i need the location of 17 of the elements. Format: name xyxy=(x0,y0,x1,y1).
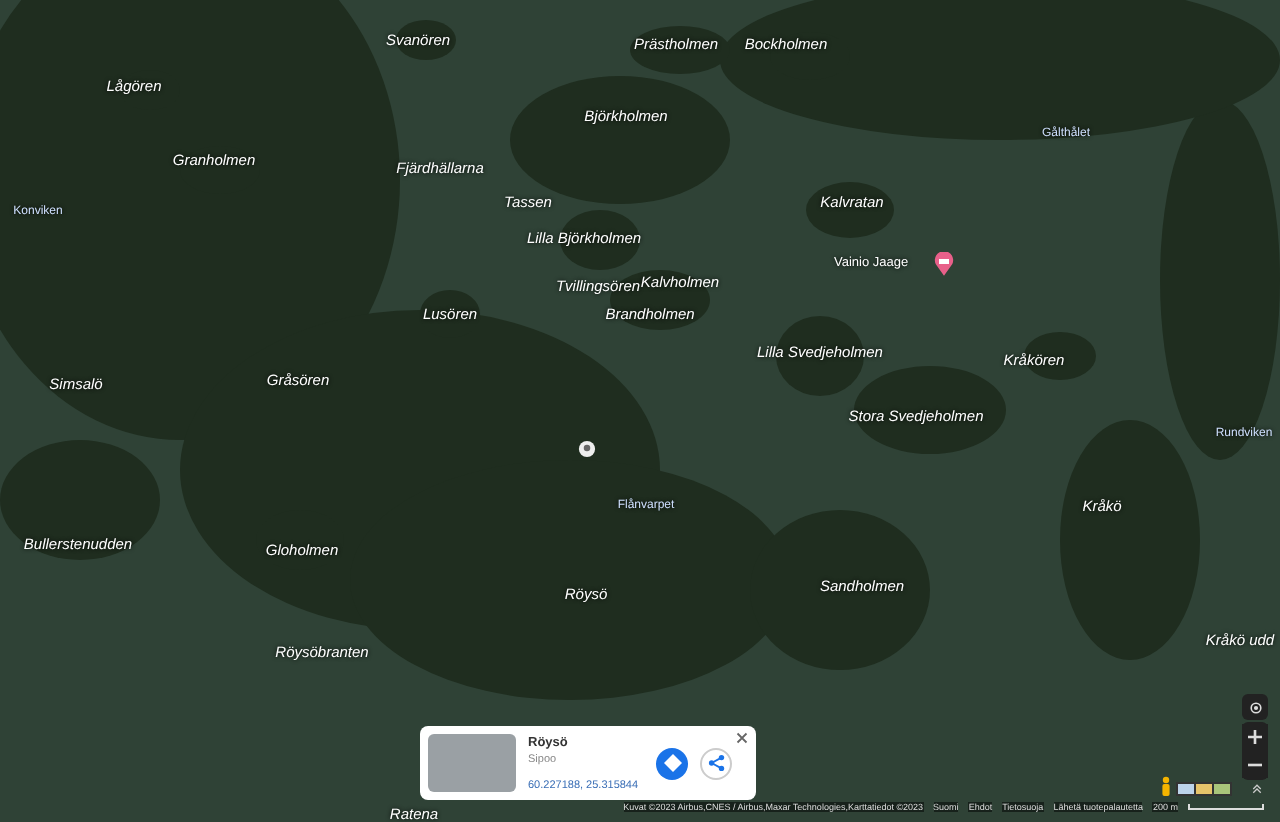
zoom-in-button[interactable] xyxy=(1242,724,1268,750)
directions-button[interactable] xyxy=(656,747,688,779)
directions-icon xyxy=(663,754,681,772)
map-pin-icon[interactable] xyxy=(934,252,954,276)
location-marker-icon[interactable] xyxy=(578,440,596,458)
minus-icon xyxy=(1248,758,1262,772)
photo-placeholder xyxy=(428,734,516,792)
map-layers-icon[interactable] xyxy=(1176,782,1232,796)
scale-bar xyxy=(1188,804,1264,810)
my-location-icon xyxy=(1247,699,1263,715)
chevron-icon[interactable] xyxy=(1252,784,1262,794)
my-location-button[interactable] xyxy=(1242,694,1268,720)
share-button[interactable] xyxy=(700,747,732,779)
share-icon xyxy=(707,754,725,772)
person-icon[interactable] xyxy=(1160,776,1172,796)
close-icon[interactable] xyxy=(736,732,748,744)
plus-icon xyxy=(1248,730,1262,744)
